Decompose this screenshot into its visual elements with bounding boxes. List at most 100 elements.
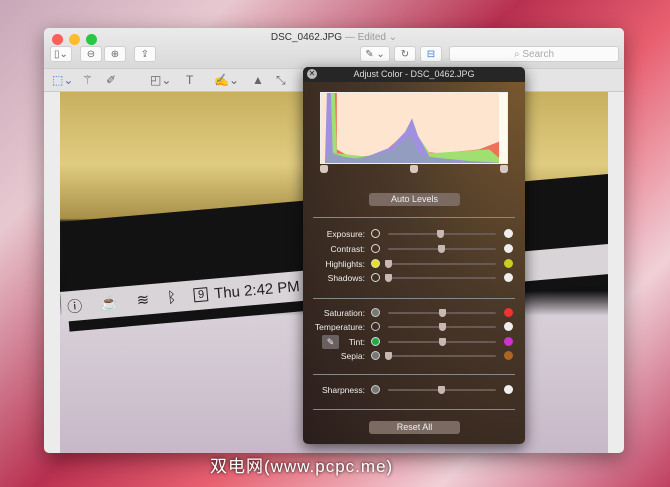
cup-icon: ☕ [99,293,120,313]
shadows-label: Shadows: [327,273,365,283]
zoom-in-icon: ⊕ [110,48,120,60]
slider-row-saturation: Saturation: [303,306,525,320]
temperature-label: Temperature: [314,322,365,332]
selection-tool-icon[interactable]: ⬚⌄ [52,73,73,87]
shadows-high-icon [504,273,513,282]
highlights-label: Highlights: [325,259,365,269]
saturation-high-icon [504,308,513,317]
divider [313,298,515,299]
saturation-label: Saturation: [323,308,365,318]
contrast-label: Contrast: [330,244,366,254]
panel-header: ✕ Adjust Color - DSC_0462.JPG [303,67,525,82]
title-bar: DSC_0462.JPG — Edited ⌄ ▯⌄ ⊖ ⊕ ⇪ ✎ ⌄ ↻ ⊟… [44,28,624,68]
slider-row-exposure: Exposure: [303,227,525,241]
contrast-slider-thumb[interactable] [437,245,445,253]
auto-levels-button[interactable]: Auto Levels [369,193,460,206]
window-title: DSC_0462.JPG — Edited ⌄ [270,32,398,43]
tint-label: Tint: [348,337,365,347]
pen-icon: ✎ ⌄ [365,48,385,60]
exposure-slider[interactable] [388,230,496,238]
markup-toolbox-button[interactable]: ⊟ [420,46,442,62]
saturation-slider[interactable] [388,309,496,317]
bluetooth-icon: ᛒ [166,288,177,307]
sepia-slider-thumb[interactable] [385,352,392,360]
slider-row-shadows: Shadows: [303,271,525,285]
text-icon[interactable]: T [186,73,193,87]
sign-icon[interactable]: ✍⌄ [214,73,239,87]
slider-row-highlights: Highlights: [303,257,525,271]
watermark: 双电网(www.pcpc.me) [210,457,394,476]
sepia-high-icon [504,351,513,360]
info-icon: ⓘ [66,297,84,316]
sidebar-icon: ▯⌄ [54,48,68,60]
instant-alpha-icon[interactable]: ⚚ [82,73,93,87]
temperature-slider[interactable] [388,323,496,331]
contrast-high-icon [504,244,513,253]
shadows-slider-thumb[interactable] [385,274,392,282]
shapes-icon[interactable]: ◰⌄ [150,73,171,87]
panel-close-icon[interactable]: ✕ [307,69,317,79]
sepia-label: Sepia: [340,351,365,361]
slider-row-contrast: Contrast: [303,242,525,256]
sepia-slider[interactable] [385,352,496,360]
tint-slider-thumb[interactable] [439,338,446,346]
contrast-low-icon [371,244,380,253]
eyedropper-icon[interactable]: ✎ [322,335,339,349]
highlights-low-icon [371,259,380,268]
slider-row-sepia: Sepia: [303,349,525,363]
zoom-out-button[interactable]: ⊖ [80,46,102,62]
sharpness-label: Sharpness: [322,385,365,395]
slider-row-sharpness: Sharpness: [303,383,525,397]
divider [313,217,515,218]
sepia-low-icon [371,351,380,360]
tint-slider[interactable] [388,338,496,346]
toolbox-icon: ⊟ [426,48,436,60]
divider [313,409,515,410]
wifi-icon: ≋ [136,291,151,310]
sketch-icon[interactable]: ✐ [106,73,116,87]
tint-low-icon [371,337,380,346]
zoom-out-icon: ⊖ [86,48,96,60]
saturation-low-icon [371,308,380,317]
slider-row-temperature: Temperature: [303,320,525,334]
divider [313,374,515,375]
shadows-slider[interactable] [385,274,496,282]
exposure-slider-thumb[interactable] [436,230,444,238]
exposure-label: Exposure: [326,229,365,239]
panel-title: Adjust Color - DSC_0462.JPG [353,69,475,79]
saturation-slider-thumb[interactable] [439,309,446,317]
share-button[interactable]: ⇪ [134,46,156,62]
black-point-handle[interactable] [319,165,328,173]
sharpness-high-icon [504,385,513,394]
midtone-handle[interactable] [410,165,418,173]
rotate-icon: ↻ [400,48,410,60]
highlights-high-icon [504,259,513,268]
sharpness-slider-thumb[interactable] [437,386,445,394]
markup-pen-button[interactable]: ✎ ⌄ [360,46,390,62]
adjust-color-panel: ✕ Adjust Color - DSC_0462.JPG Auto Level… [303,67,525,444]
temperature-high-icon [504,322,513,331]
highlights-slider-thumb[interactable] [385,260,392,268]
calendar-icon: 9 [193,287,209,303]
adjust-color-icon[interactable]: ▲ [252,73,264,87]
search-icon: ⌕ [513,48,523,60]
temperature-slider-thumb[interactable] [439,323,446,331]
adjust-size-icon[interactable]: ⤡ [276,73,286,88]
zoom-in-button[interactable]: ⊕ [104,46,126,62]
levels-histogram[interactable] [320,92,508,164]
search-input[interactable]: ⌕ Search [449,46,619,62]
slider-row-tint: Tint: ✎ [303,335,525,349]
exposure-high-icon [504,229,513,238]
sharpness-low-icon [371,385,380,394]
white-point-handle[interactable] [500,165,509,173]
sidebar-toggle-button[interactable]: ▯⌄ [50,46,72,62]
temperature-low-icon [371,322,380,331]
reset-all-button[interactable]: Reset All [369,421,460,434]
shadows-low-icon [371,273,380,282]
sharpness-slider[interactable] [388,386,496,394]
photo-clock: Thu 2:42 PM [213,277,301,303]
exposure-low-icon [371,229,380,238]
contrast-slider[interactable] [388,245,496,253]
highlights-slider[interactable] [385,260,496,268]
rotate-button[interactable]: ↻ [394,46,416,62]
